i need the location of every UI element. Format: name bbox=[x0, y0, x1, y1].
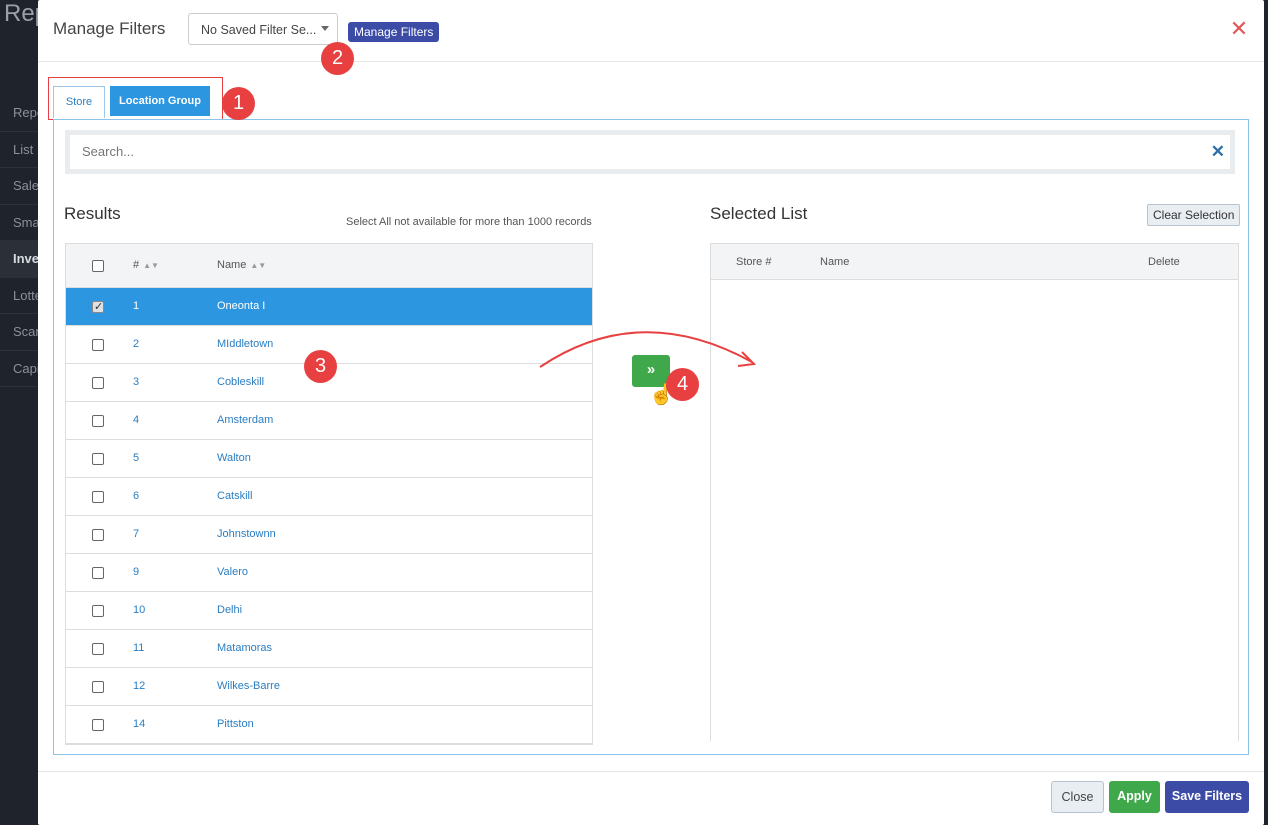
table-row[interactable]: 6 Catskill bbox=[66, 478, 592, 516]
table-row[interactable]: 5 Walton bbox=[66, 440, 592, 478]
modal-title: Manage Filters bbox=[53, 19, 166, 38]
clear-selection-button[interactable]: Clear Selection bbox=[1147, 204, 1241, 226]
row-name-link[interactable]: Amsterdam bbox=[217, 414, 273, 426]
row-checkbox[interactable] bbox=[92, 376, 104, 389]
column-header-name[interactable]: Name ▲▼ bbox=[217, 259, 266, 271]
callout-badge: 1 bbox=[222, 87, 255, 120]
row-checkbox[interactable] bbox=[92, 452, 104, 465]
results-table: #▲▼ Name▲▼ 1 Oneonta I 2 MIddletown 3 Coblesk… bbox=[65, 243, 593, 745]
row-name-link[interactable]: Valero bbox=[217, 566, 248, 578]
row-name-link[interactable]: Delhi bbox=[217, 604, 242, 616]
selected-list-table: Store # Name Delete bbox=[710, 243, 1239, 741]
manage-filters-modal: Manage Filters No Saved Filter Se... Man… bbox=[38, 0, 1264, 825]
table-row[interactable]: 7 Johnstownn bbox=[66, 516, 592, 554]
saved-filter-select[interactable]: No Saved Filter Se... bbox=[188, 13, 338, 45]
row-name-link[interactable]: MIddletown bbox=[217, 338, 273, 350]
sort-icon: ▲▼ bbox=[250, 260, 267, 270]
close-button[interactable]: Close bbox=[1051, 781, 1104, 813]
row-checkbox[interactable] bbox=[92, 604, 104, 617]
sidebar-item[interactable]: Sale bbox=[0, 168, 40, 205]
row-number: 2 bbox=[133, 337, 140, 350]
manage-filters-button[interactable]: Manage Filters bbox=[348, 22, 440, 42]
sidebar-item[interactable]: Lotte bbox=[0, 278, 40, 314]
selected-table-header: Store # Name Delete bbox=[711, 243, 1238, 280]
callout-badge: 4 bbox=[666, 368, 699, 401]
sidebar-item[interactable]: Inve bbox=[0, 241, 40, 278]
row-number: 1 bbox=[133, 299, 140, 312]
tab-store[interactable]: Store bbox=[53, 86, 105, 118]
results-note: Select All not available for more than 1… bbox=[346, 216, 592, 228]
sidebar-item[interactable]: Scan bbox=[0, 314, 40, 351]
row-name-link[interactable]: Cobleskill bbox=[217, 376, 264, 388]
saved-filter-value: No Saved Filter Se... bbox=[201, 23, 317, 37]
tab-location-group[interactable]: Location Group bbox=[110, 86, 210, 116]
save-filters-button[interactable]: Save Filters bbox=[1165, 781, 1249, 813]
row-number: 9 bbox=[133, 565, 140, 578]
row-number: 5 bbox=[133, 451, 140, 464]
select-all-checkbox[interactable] bbox=[92, 259, 104, 272]
search-input[interactable] bbox=[70, 135, 1230, 169]
row-name-link[interactable]: Walton bbox=[217, 452, 251, 464]
callout-badge: 3 bbox=[304, 350, 337, 383]
column-header-name: Name bbox=[820, 256, 850, 268]
sidebar-item[interactable]: Capi bbox=[0, 351, 40, 387]
sidebar-item[interactable]: List bbox=[0, 132, 40, 168]
callout-badge: 2 bbox=[321, 42, 354, 75]
row-number: 11 bbox=[133, 641, 145, 654]
filter-panel: ✕ Results Select All not available for m… bbox=[53, 119, 1249, 755]
table-row[interactable]: 10 Delhi bbox=[66, 592, 592, 630]
close-icon[interactable]: ✕ bbox=[1228, 18, 1250, 40]
row-name-link[interactable]: Pittston bbox=[217, 718, 254, 730]
row-checkbox[interactable] bbox=[92, 566, 104, 579]
sidebar-nav: RepoListSaleSmaInveLotteScanCapi bbox=[0, 95, 40, 387]
row-checkbox[interactable] bbox=[92, 338, 104, 351]
modal-header: Manage Filters No Saved Filter Se... Man… bbox=[38, 0, 1264, 62]
column-header-store-number: Store # bbox=[736, 256, 772, 268]
row-checkbox[interactable] bbox=[92, 490, 104, 503]
row-name-link[interactable]: Johnstownn bbox=[217, 528, 276, 540]
row-name-link[interactable]: Catskill bbox=[217, 490, 252, 502]
row-number: 7 bbox=[133, 527, 140, 540]
table-row[interactable]: 11 Matamoras bbox=[66, 630, 592, 668]
sidebar-item[interactable]: Repo bbox=[0, 95, 40, 132]
row-name-link[interactable]: Oneonta I bbox=[217, 300, 265, 312]
modal-footer: Close Apply Save Filters bbox=[38, 771, 1264, 825]
column-header-delete: Delete bbox=[1148, 256, 1180, 268]
column-header-number[interactable]: # ▲▼ bbox=[133, 259, 159, 271]
row-checkbox[interactable] bbox=[92, 414, 104, 427]
search-bar: ✕ bbox=[65, 130, 1235, 174]
selected-list-title: Selected List bbox=[710, 204, 808, 223]
row-checkbox[interactable] bbox=[92, 300, 104, 313]
row-number: 3 bbox=[133, 375, 140, 388]
sidebar-item[interactable]: Sma bbox=[0, 205, 40, 241]
table-row[interactable]: 1 Oneonta I bbox=[66, 288, 592, 326]
table-row[interactable]: 12 Wilkes-Barre bbox=[66, 668, 592, 706]
row-checkbox[interactable] bbox=[92, 680, 104, 693]
row-number: 10 bbox=[133, 603, 146, 616]
row-name-link[interactable]: Wilkes-Barre bbox=[217, 680, 280, 692]
row-checkbox[interactable] bbox=[92, 642, 104, 655]
row-number: 14 bbox=[133, 717, 146, 730]
table-row[interactable]: 4 Amsterdam bbox=[66, 402, 592, 440]
chevron-down-icon bbox=[321, 26, 329, 31]
clear-x-icon[interactable]: ✕ bbox=[1211, 142, 1225, 162]
sort-icon: ▲▼ bbox=[143, 260, 159, 270]
results-table-header: # ▲▼ Name ▲▼ bbox=[66, 244, 592, 288]
row-number: 12 bbox=[133, 679, 146, 692]
table-row[interactable]: 14 Pittston bbox=[66, 706, 592, 744]
row-checkbox[interactable] bbox=[92, 718, 104, 731]
row-name-link[interactable]: Matamoras bbox=[217, 642, 272, 654]
row-checkbox[interactable] bbox=[92, 528, 104, 541]
apply-button[interactable]: Apply bbox=[1109, 781, 1160, 813]
row-number: 4 bbox=[133, 413, 140, 426]
table-row[interactable]: 9 Valero bbox=[66, 554, 592, 592]
row-number: 6 bbox=[133, 489, 140, 502]
results-title: Results bbox=[64, 204, 121, 223]
